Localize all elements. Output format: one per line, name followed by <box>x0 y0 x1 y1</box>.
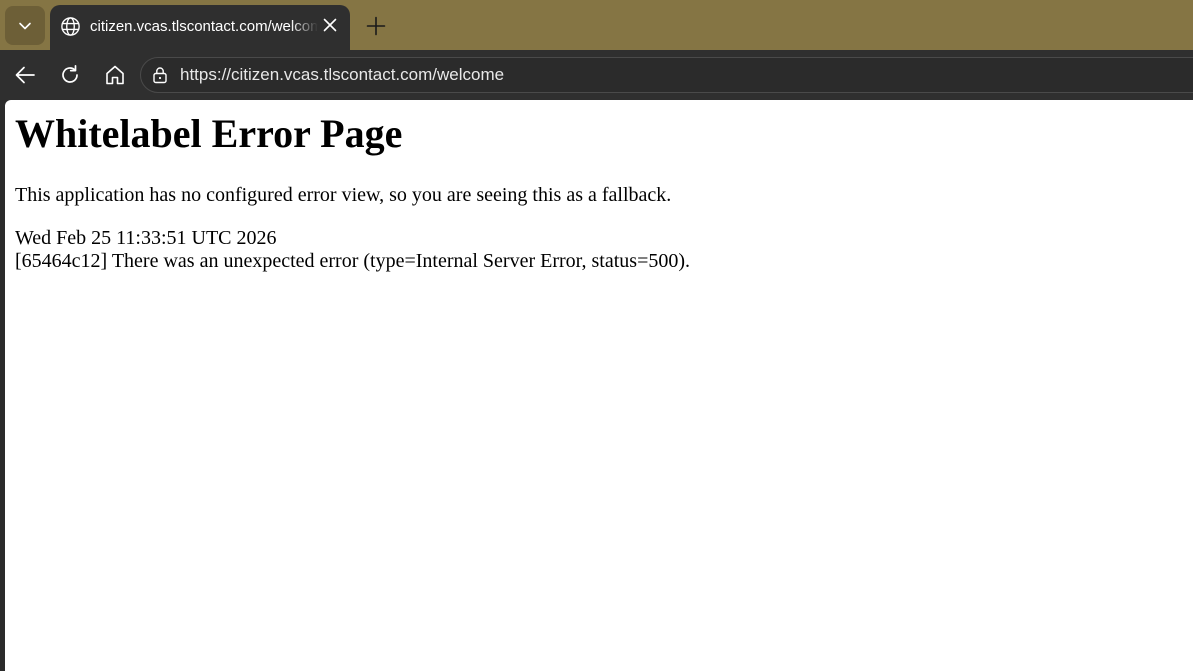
back-button[interactable] <box>10 60 40 90</box>
home-button[interactable] <box>100 60 130 90</box>
lock-icon[interactable] <box>151 66 169 84</box>
tab-search-button[interactable] <box>5 6 45 45</box>
error-timestamp: Wed Feb 25 11:33:51 UTC 2026 <box>15 227 277 249</box>
chevron-down-icon <box>19 22 31 29</box>
active-tab[interactable]: citizen.vcas.tlscontact.com/welcome <box>50 5 350 50</box>
url-text[interactable]: https://citizen.vcas.tlscontact.com/welc… <box>180 64 504 86</box>
new-tab-button[interactable] <box>362 12 390 40</box>
globe-icon <box>61 17 80 36</box>
address-bar[interactable]: https://citizen.vcas.tlscontact.com/welc… <box>140 57 1193 93</box>
reload-button[interactable] <box>55 60 85 90</box>
reload-icon <box>62 64 78 83</box>
tab-close-button[interactable] <box>320 15 340 35</box>
close-icon <box>323 18 337 32</box>
plus-icon <box>366 16 386 36</box>
error-details: Wed Feb 25 11:33:51 UTC 2026 [65464c12] … <box>15 227 690 273</box>
error-message: [65464c12] There was an unexpected error… <box>15 250 691 272</box>
tab-title: citizen.vcas.tlscontact.com/welcome <box>90 18 318 35</box>
browser-window: citizen.vcas.tlscontact.com/welcome http… <box>0 0 1193 671</box>
error-description: This application has no configured error… <box>15 184 672 206</box>
home-icon <box>106 65 124 85</box>
page-content: Whitelabel Error Page This application h… <box>5 100 1193 671</box>
tab-strip: citizen.vcas.tlscontact.com/welcome <box>0 0 1193 50</box>
arrow-left-icon <box>15 66 35 84</box>
browser-toolbar: https://citizen.vcas.tlscontact.com/welc… <box>0 50 1193 100</box>
page-title: Whitelabel Error Page <box>15 111 403 156</box>
